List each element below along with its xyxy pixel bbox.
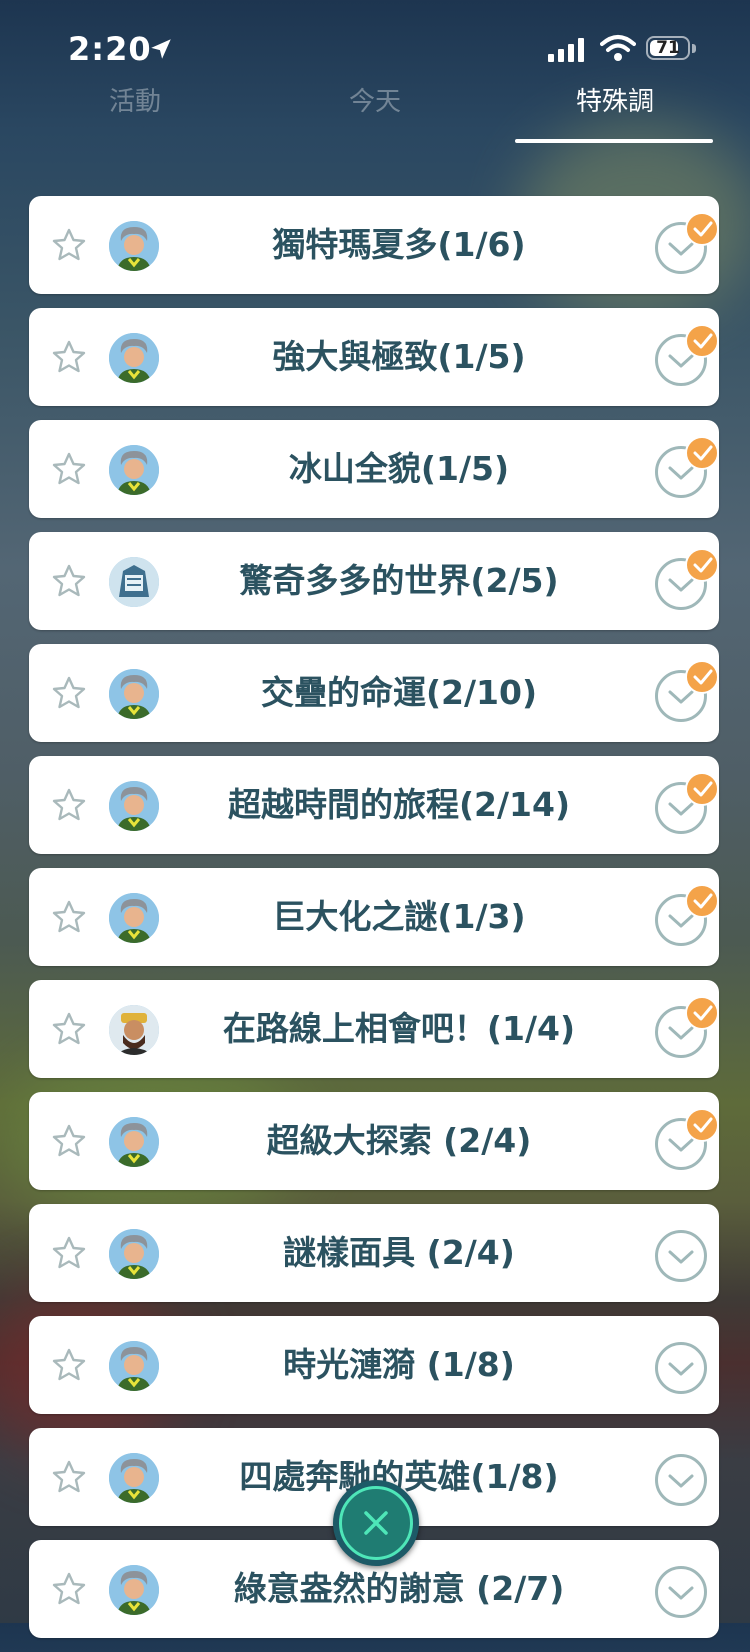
expand-check-button[interactable] [655, 1342, 707, 1394]
research-row[interactable]: 強大與極致(1/5) [29, 308, 719, 406]
professor-willow-avatar [109, 781, 159, 831]
checkmark-icon [693, 445, 713, 461]
tab-bar: 活動 今天 特殊調 [0, 82, 750, 144]
tab-events[interactable]: 活動 [70, 82, 200, 134]
star-icon[interactable] [51, 1347, 87, 1383]
step-complete-badge [685, 324, 719, 358]
professor-willow-avatar [109, 669, 159, 719]
chevron-down-icon [668, 1250, 694, 1264]
tab-today[interactable]: 今天 [310, 82, 440, 134]
expand-check-button[interactable] [655, 1454, 707, 1506]
checkmark-icon [693, 557, 713, 573]
professor-willow-avatar [109, 1565, 159, 1615]
star-icon[interactable] [51, 227, 87, 263]
professor-willow-avatar [109, 445, 159, 495]
checkmark-icon [693, 1117, 713, 1133]
step-complete-badge [685, 884, 719, 918]
status-time: 2:20 [68, 30, 152, 68]
star-icon[interactable] [51, 675, 87, 711]
research-title: 驚奇多多的世界(2/5) [239, 561, 559, 600]
research-title: 在路線上相會吧！(1/4) [222, 1009, 576, 1048]
research-row[interactable]: 巨大化之謎(1/3) [29, 868, 719, 966]
checkmark-icon [693, 781, 713, 797]
research-title: 獨特瑪夏多(1/6) [272, 225, 526, 264]
location-arrow-icon [151, 39, 171, 59]
step-complete-badge [685, 1108, 719, 1142]
research-row[interactable]: 冰山全貌(1/5) [29, 420, 719, 518]
research-title: 強大與極致(1/5) [272, 337, 526, 376]
research-row[interactable]: 時光漣漪 (1/8) [29, 1316, 719, 1414]
research-row[interactable]: 謎樣面具 (2/4) [29, 1204, 719, 1302]
star-icon[interactable] [51, 1123, 87, 1159]
research-row[interactable]: 超級大探索 (2/4) [29, 1092, 719, 1190]
professor-willow-avatar [109, 333, 159, 383]
tab-special-research[interactable]: 特殊調 [540, 82, 690, 134]
step-complete-badge [685, 436, 719, 470]
checkmark-icon [693, 893, 713, 909]
professor-willow-avatar [109, 893, 159, 943]
cellular-signal-icon [548, 38, 584, 62]
route-hiker-avatar [109, 1005, 159, 1055]
battery-indicator: 71 [646, 36, 700, 62]
research-title: 時光漣漪 (1/8) [283, 1345, 515, 1384]
chevron-down-icon [668, 1474, 694, 1488]
research-title: 超級大探索 (2/4) [266, 1121, 532, 1160]
step-complete-badge [685, 548, 719, 582]
star-icon[interactable] [51, 563, 87, 599]
battery-percent: 71 [656, 38, 680, 58]
step-complete-badge [685, 212, 719, 246]
expand-check-button[interactable] [655, 1566, 707, 1618]
research-title: 謎樣面具 (2/4) [283, 1233, 515, 1272]
professor-willow-avatar [109, 1229, 159, 1279]
research-row[interactable]: 交疊的命運(2/10) [29, 644, 719, 742]
star-icon[interactable] [51, 1571, 87, 1607]
research-row[interactable]: 獨特瑪夏多(1/6) [29, 196, 719, 294]
professor-willow-avatar [109, 1117, 159, 1167]
star-icon[interactable] [51, 787, 87, 823]
chevron-down-icon [668, 1362, 694, 1376]
close-button[interactable] [333, 1480, 419, 1566]
research-title: 巨大化之謎(1/3) [272, 897, 526, 936]
star-icon[interactable] [51, 899, 87, 935]
wifi-icon [600, 35, 636, 61]
research-title: 交疊的命運(2/10) [260, 673, 538, 712]
checkmark-icon [693, 1005, 713, 1021]
research-title: 冰山全貌(1/5) [288, 449, 510, 488]
checkmark-icon [693, 669, 713, 685]
star-icon[interactable] [51, 339, 87, 375]
gift-crest-avatar [109, 557, 159, 607]
star-icon[interactable] [51, 451, 87, 487]
checkmark-icon [693, 333, 713, 349]
expand-check-button[interactable] [655, 1230, 707, 1282]
professor-willow-avatar [109, 1453, 159, 1503]
step-complete-badge [685, 772, 719, 806]
chevron-down-icon [668, 1586, 694, 1600]
star-icon[interactable] [51, 1459, 87, 1495]
step-complete-badge [685, 996, 719, 1030]
research-title: 超越時間的旅程(2/14) [227, 785, 571, 824]
close-icon [364, 1511, 388, 1535]
professor-willow-avatar [109, 221, 159, 271]
star-icon[interactable] [51, 1235, 87, 1271]
research-row[interactable]: 驚奇多多的世界(2/5) [29, 532, 719, 630]
special-research-list: 獨特瑪夏多(1/6) 強大與極致(1/5) 冰山全貌(1/5) 驚奇多多的世界(2/5… [29, 196, 719, 1652]
active-tab-underline [515, 139, 713, 143]
status-bar: 2:20 71 [0, 0, 750, 90]
professor-willow-avatar [109, 1341, 159, 1391]
step-complete-badge [685, 660, 719, 694]
research-row[interactable]: 在路線上相會吧！(1/4) [29, 980, 719, 1078]
research-row[interactable]: 超越時間的旅程(2/14) [29, 756, 719, 854]
checkmark-icon [693, 221, 713, 237]
star-icon[interactable] [51, 1011, 87, 1047]
